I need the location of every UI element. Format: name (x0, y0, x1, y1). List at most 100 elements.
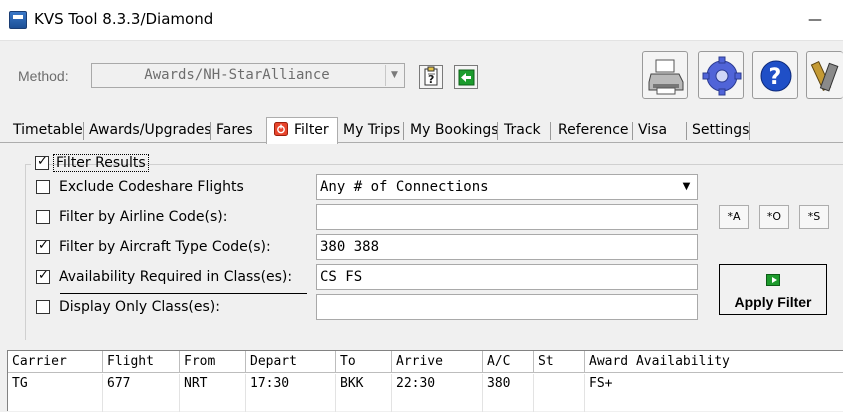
tab-filter[interactable]: Filter (266, 117, 338, 144)
title-bar: KVS Tool 8.3.3/Diamond — (0, 0, 843, 40)
grid-line (534, 394, 585, 412)
method-label: Method: (18, 68, 69, 84)
exclude-codeshare-label: Exclude Codeshare Flights (59, 179, 244, 195)
column-header-depart[interactable]: Depart (246, 351, 336, 373)
tab-label: My Bookings (410, 122, 499, 138)
skyteam-button[interactable]: *S (799, 205, 829, 229)
window-title: KVS Tool 8.3.3/Diamond (34, 10, 214, 28)
minimize-button[interactable]: — (800, 8, 830, 32)
check-icon: ✓ (38, 238, 49, 253)
method-dropdown[interactable]: Awards/NH-StarAlliance ▼ (91, 63, 405, 88)
results-grid[interactable]: Carrier Flight From Depart To Arrive A/C… (7, 350, 843, 412)
settings-button[interactable] (698, 51, 744, 99)
tab-track[interactable]: Track (500, 120, 545, 142)
cell-to: BKK (336, 374, 392, 394)
help-icon: ? (760, 60, 792, 92)
airline-code-input[interactable] (316, 204, 698, 230)
tab-label: Timetable (13, 122, 83, 138)
method-value: Awards/NH-StarAlliance (144, 67, 330, 83)
airline-code-label: Filter by Airline Code(s): (59, 209, 228, 225)
display-only-checkbox[interactable] (36, 300, 50, 314)
results-header-row: Carrier Flight From Depart To Arrive A/C… (8, 351, 843, 373)
column-header-award-availability[interactable]: Award Availability (585, 351, 843, 373)
tab-divider (686, 122, 687, 140)
grid-line (336, 394, 392, 412)
tab-label: Fares (216, 122, 253, 138)
tab-reference[interactable]: Reference (554, 120, 633, 142)
apply-filter-button[interactable]: Apply Filter (719, 264, 827, 315)
chevron-down-icon[interactable]: ▼ (678, 177, 695, 197)
aircraft-type-input[interactable]: 380 388 (316, 234, 698, 260)
chevron-down-icon[interactable]: ▼ (385, 65, 403, 86)
column-header-flight[interactable]: Flight (103, 351, 180, 373)
grid-line (392, 394, 483, 412)
tab-fares[interactable]: Fares (212, 120, 257, 142)
tab-awards-upgrades[interactable]: Awards/Upgrades (85, 120, 216, 142)
settings-gear-icon (702, 56, 742, 96)
notes-button[interactable]: ? (419, 65, 443, 89)
tab-label: Track (504, 122, 541, 138)
print-button[interactable] (642, 51, 688, 99)
tab-label: Settings (692, 122, 750, 138)
svg-text:?: ? (428, 73, 434, 86)
apply-filter-label: Apply Filter (734, 294, 812, 310)
availability-label: Availability Required in Class(es): (59, 269, 293, 285)
app-icon (9, 11, 27, 29)
cell-from: NRT (180, 374, 246, 394)
cell-depart: 17:30 (246, 374, 336, 394)
tab-label: Awards/Upgrades (89, 122, 212, 138)
grid-line (103, 394, 180, 412)
aircraft-type-checkbox[interactable]: ✓ (36, 238, 50, 254)
column-header-from[interactable]: From (180, 351, 246, 373)
label-separator (60, 293, 307, 294)
apply-arrow-icon (766, 274, 780, 286)
availability-checkbox[interactable]: ✓ (36, 268, 50, 284)
column-header-status[interactable]: St (534, 351, 585, 373)
availability-input[interactable]: CS FS (316, 264, 698, 290)
grid-line (246, 394, 336, 412)
main-tabs: Timetable Awards/Upgrades Fares Filter M… (0, 117, 843, 144)
cell-aircraft: 380 (483, 374, 534, 394)
column-header-arrive[interactable]: Arrive (392, 351, 483, 373)
oneworld-button[interactable]: *O (759, 205, 789, 229)
tab-my-trips[interactable]: My Trips (339, 120, 404, 142)
display-only-label: Display Only Class(es): (59, 299, 220, 315)
tab-timetable[interactable]: Timetable (9, 120, 87, 142)
filter-results-label: Filter Results (53, 154, 149, 172)
connections-dropdown[interactable]: Any # of Connections ▼ (316, 174, 698, 200)
tab-label: Visa (638, 122, 668, 138)
tools-button[interactable] (806, 51, 843, 99)
tab-divider (550, 122, 551, 140)
go-back-icon (458, 69, 475, 86)
aircraft-type-label: Filter by Aircraft Type Code(s): (59, 239, 271, 255)
tab-divider (83, 122, 84, 140)
filter-results-checkbox[interactable]: ✓ (35, 154, 49, 170)
tab-my-bookings[interactable]: My Bookings (406, 120, 503, 142)
go-back-button[interactable] (454, 65, 478, 89)
notes-icon: ? (424, 66, 438, 86)
cell-flight: 677 (103, 374, 180, 394)
method-toolbar: Method: Awards/NH-StarAlliance ▼ ? ? (0, 41, 843, 117)
tab-divider (497, 122, 498, 140)
grid-line (483, 394, 534, 412)
tools-icon (810, 60, 839, 92)
tab-visa[interactable]: Visa (634, 120, 671, 142)
check-icon: ✓ (38, 268, 49, 283)
cell-award-availability: FS+ (589, 376, 613, 391)
tab-divider (749, 122, 750, 140)
exclude-codeshare-checkbox[interactable] (36, 180, 50, 194)
tab-label: Filter (294, 122, 329, 138)
star-alliance-button[interactable]: *A (719, 205, 749, 229)
connections-value: Any # of Connections (320, 179, 489, 195)
aircraft-type-value: 380 388 (320, 239, 380, 255)
column-header-to[interactable]: To (336, 351, 392, 373)
cell-carrier: TG (8, 374, 103, 394)
help-button[interactable]: ? (752, 51, 798, 99)
filter-tab-icon (274, 122, 288, 136)
tab-settings[interactable]: Settings (688, 120, 753, 142)
airline-code-checkbox[interactable] (36, 210, 50, 224)
display-only-input[interactable] (316, 294, 698, 320)
svg-text:?: ? (769, 65, 782, 90)
column-header-carrier[interactable]: Carrier (8, 351, 103, 373)
column-header-aircraft[interactable]: A/C (483, 351, 534, 373)
